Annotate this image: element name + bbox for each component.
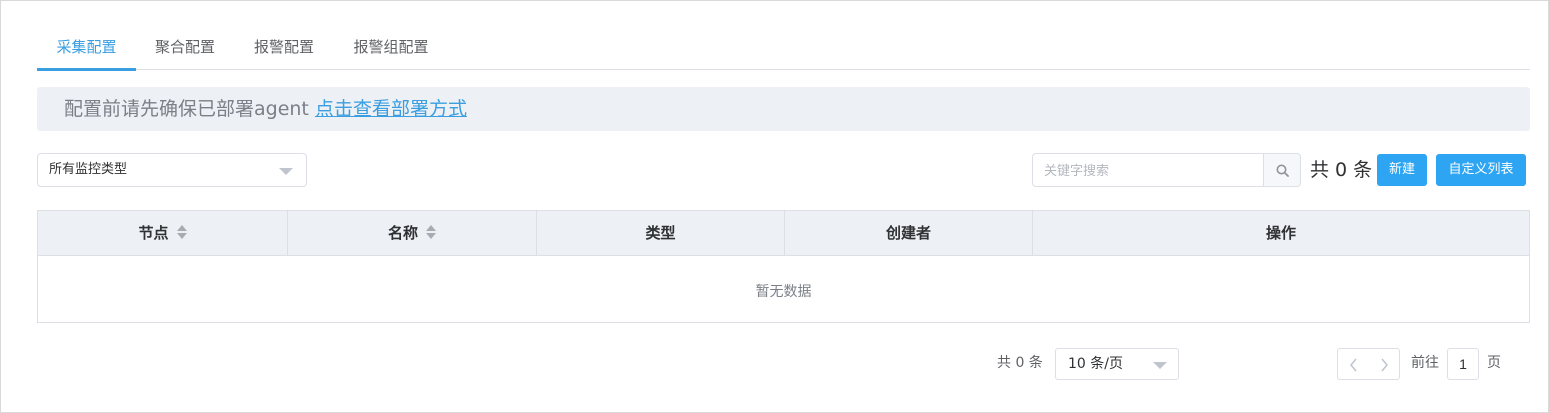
chevron-left-icon bbox=[1350, 358, 1357, 372]
column-header-label: 名称 bbox=[387, 224, 418, 242]
prev-page-button[interactable] bbox=[1337, 348, 1369, 380]
active-tab-indicator bbox=[37, 68, 136, 71]
column-header-label: 节点 bbox=[138, 224, 169, 242]
chevron-right-icon bbox=[1381, 358, 1388, 372]
column-header-actions: 操作 bbox=[1265, 224, 1296, 242]
config-table: 节点 名称 类型 创建者 操作 暂无数据 bbox=[37, 210, 1530, 323]
column-header-node[interactable]: 节点 bbox=[38, 211, 288, 256]
empty-state-text: 暂无数据 bbox=[755, 284, 812, 300]
goto-label: 前往 bbox=[1411, 355, 1439, 371]
column-header-name[interactable]: 名称 bbox=[288, 211, 537, 256]
banner-text: 配置前请先确保已部署agent bbox=[64, 98, 315, 120]
agent-notice-banner: 配置前请先确保已部署agent 点击查看部署方式 bbox=[37, 87, 1530, 131]
tab-alarm-group-config[interactable]: 报警组配置 bbox=[350, 26, 432, 69]
page-unit-label: 页 bbox=[1487, 355, 1501, 371]
page-size-value: 10 条/页 bbox=[1068, 356, 1123, 372]
tab-alarm-config[interactable]: 报警配置 bbox=[251, 26, 317, 69]
tab-collect-config[interactable]: 采集配置 bbox=[37, 26, 136, 69]
deploy-guide-link[interactable]: 点击查看部署方式 bbox=[315, 98, 467, 120]
monitor-type-select[interactable]: 所有监控类型 bbox=[37, 153, 307, 187]
page-jump-input[interactable] bbox=[1447, 348, 1479, 380]
search-icon bbox=[1276, 164, 1289, 177]
page-size-select[interactable]: 10 条/页 bbox=[1055, 348, 1179, 380]
column-header-creator: 创建者 bbox=[785, 211, 1033, 256]
table-header: 节点 名称 类型 创建者 操作 bbox=[38, 211, 1529, 256]
sort-icon[interactable] bbox=[176, 224, 187, 239]
custom-columns-button[interactable]: 自定义列表 bbox=[1436, 154, 1526, 186]
keyword-search-input[interactable] bbox=[1032, 153, 1264, 187]
record-total: 共 0 条 bbox=[1310, 159, 1373, 181]
monitor-type-value: 所有监控类型 bbox=[49, 162, 128, 177]
pagination-total: 共 0 条 bbox=[997, 355, 1043, 371]
config-tabs: 采集配置 聚合配置 报警配置 报警组配置 bbox=[37, 26, 1530, 71]
column-header-type: 类型 bbox=[537, 211, 785, 256]
search-button[interactable] bbox=[1263, 153, 1301, 187]
sort-icon[interactable] bbox=[426, 224, 436, 239]
chevron-down-icon bbox=[1153, 362, 1167, 369]
tab-aggregate-config[interactable]: 聚合配置 bbox=[152, 26, 218, 69]
new-button[interactable]: 新建 bbox=[1377, 154, 1427, 186]
chevron-down-icon bbox=[279, 168, 293, 175]
next-page-button[interactable] bbox=[1368, 348, 1400, 380]
